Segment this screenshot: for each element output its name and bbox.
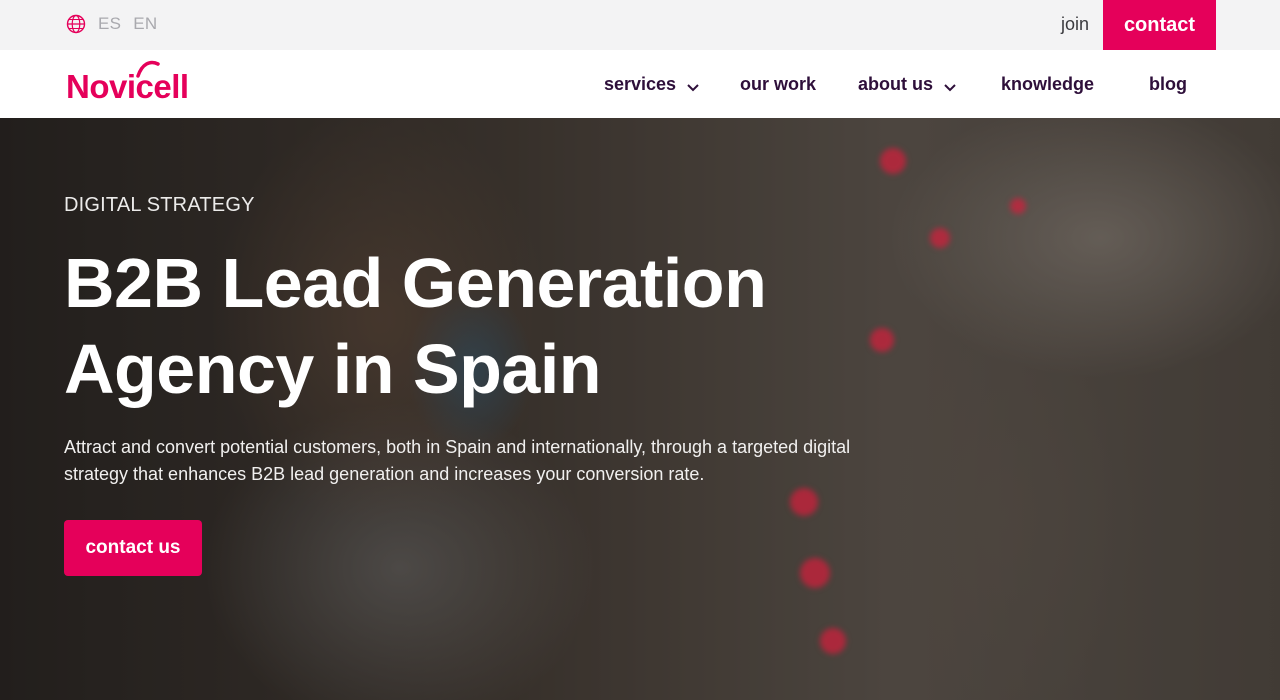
nav-item-label: blog — [1149, 74, 1187, 94]
nav-item-our-work[interactable]: our work — [740, 74, 816, 95]
logo-swoosh-icon — [136, 60, 160, 78]
language-switcher: ES EN — [66, 14, 158, 34]
contact-button[interactable]: contact — [1103, 0, 1216, 50]
nav-item-label: about us — [858, 74, 933, 94]
bokeh-light — [880, 148, 906, 174]
language-es[interactable]: ES — [98, 14, 121, 34]
bokeh-light — [930, 228, 950, 248]
chevron-down-icon — [943, 78, 957, 92]
chevron-down-icon — [686, 78, 700, 92]
nav-item-label: services — [604, 74, 677, 94]
join-link[interactable]: join — [1061, 14, 1089, 35]
hero-headline: B2B Lead Generation Agency in Spain — [64, 244, 767, 408]
bokeh-light — [1010, 198, 1026, 214]
language-en[interactable]: EN — [133, 14, 157, 34]
contact-us-button[interactable]: contact us — [64, 520, 202, 576]
nav-item-about-us[interactable]: about us — [858, 74, 957, 95]
nav-item-knowledge[interactable]: knowledge — [1001, 74, 1094, 95]
novicell-logo[interactable]: Novicell — [66, 60, 206, 106]
nav-item-label: knowledge — [1001, 74, 1095, 94]
bokeh-light — [790, 488, 818, 516]
bokeh-light — [800, 558, 830, 588]
nav-item-services[interactable]: services — [604, 74, 700, 95]
hero-eyebrow: DIGITAL STRATEGY — [64, 194, 255, 216]
hero-description: Attract and convert potential customers,… — [64, 437, 851, 484]
bokeh-light — [820, 628, 846, 654]
nav-item-blog[interactable]: blog — [1149, 74, 1187, 95]
bokeh-light — [870, 328, 894, 352]
utility-bar: ES EN join contact — [0, 0, 1280, 50]
logo-wordmark: Novicell — [66, 68, 189, 105]
main-navigation: Novicell services our work about us know… — [0, 50, 1280, 118]
globe-icon[interactable] — [66, 14, 86, 34]
hero-section: DIGITAL STRATEGY B2B Lead Generation Age… — [0, 118, 1280, 700]
nav-item-label: our work — [740, 74, 817, 94]
